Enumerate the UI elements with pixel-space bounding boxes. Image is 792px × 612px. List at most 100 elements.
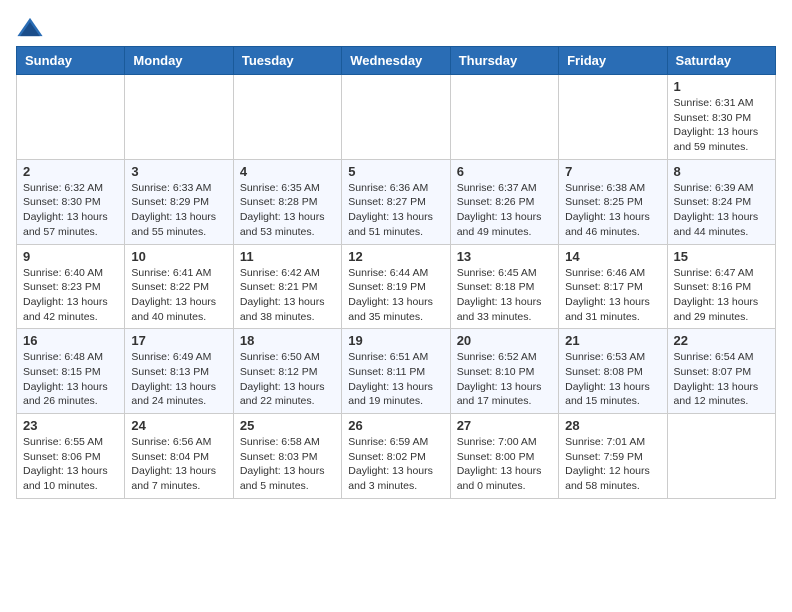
day-info: Sunrise: 6:49 AM Sunset: 8:13 PM Dayligh…	[131, 350, 226, 409]
day-info: Sunrise: 6:32 AM Sunset: 8:30 PM Dayligh…	[23, 181, 118, 240]
weekday-header: Saturday	[667, 47, 775, 75]
header	[16, 16, 776, 38]
day-info: Sunrise: 6:45 AM Sunset: 8:18 PM Dayligh…	[457, 266, 552, 325]
day-info: Sunrise: 6:56 AM Sunset: 8:04 PM Dayligh…	[131, 435, 226, 494]
day-info: Sunrise: 6:33 AM Sunset: 8:29 PM Dayligh…	[131, 181, 226, 240]
day-number: 25	[240, 418, 335, 433]
day-number: 7	[565, 164, 660, 179]
day-info: Sunrise: 6:46 AM Sunset: 8:17 PM Dayligh…	[565, 266, 660, 325]
calendar-day-cell	[450, 75, 558, 160]
calendar-day-cell: 25 Sunrise: 6:58 AM Sunset: 8:03 PM Dayli…	[233, 414, 341, 499]
day-number: 14	[565, 249, 660, 264]
day-number: 22	[674, 333, 769, 348]
calendar-day-cell	[342, 75, 450, 160]
day-number: 26	[348, 418, 443, 433]
day-info: Sunrise: 6:37 AM Sunset: 8:26 PM Dayligh…	[457, 181, 552, 240]
day-info: Sunrise: 6:50 AM Sunset: 8:12 PM Dayligh…	[240, 350, 335, 409]
logo	[16, 16, 48, 38]
weekday-header: Friday	[559, 47, 667, 75]
calendar-week-row: 9 Sunrise: 6:40 AM Sunset: 8:23 PM Daylig…	[17, 244, 776, 329]
weekday-header: Wednesday	[342, 47, 450, 75]
weekday-header: Thursday	[450, 47, 558, 75]
calendar-day-cell: 18 Sunrise: 6:50 AM Sunset: 8:12 PM Dayli…	[233, 329, 341, 414]
calendar-day-cell: 20 Sunrise: 6:52 AM Sunset: 8:10 PM Dayli…	[450, 329, 558, 414]
calendar-day-cell: 9 Sunrise: 6:40 AM Sunset: 8:23 PM Daylig…	[17, 244, 125, 329]
day-number: 19	[348, 333, 443, 348]
weekday-header: Monday	[125, 47, 233, 75]
calendar-day-cell	[125, 75, 233, 160]
day-number: 12	[348, 249, 443, 264]
calendar-week-row: 1 Sunrise: 6:31 AM Sunset: 8:30 PM Daylig…	[17, 75, 776, 160]
calendar-day-cell: 17 Sunrise: 6:49 AM Sunset: 8:13 PM Dayli…	[125, 329, 233, 414]
calendar-day-cell: 16 Sunrise: 6:48 AM Sunset: 8:15 PM Dayli…	[17, 329, 125, 414]
calendar-day-cell: 15 Sunrise: 6:47 AM Sunset: 8:16 PM Dayli…	[667, 244, 775, 329]
day-info: Sunrise: 6:59 AM Sunset: 8:02 PM Dayligh…	[348, 435, 443, 494]
calendar-day-cell: 8 Sunrise: 6:39 AM Sunset: 8:24 PM Daylig…	[667, 159, 775, 244]
calendar-day-cell: 5 Sunrise: 6:36 AM Sunset: 8:27 PM Daylig…	[342, 159, 450, 244]
calendar-day-cell: 2 Sunrise: 6:32 AM Sunset: 8:30 PM Daylig…	[17, 159, 125, 244]
day-info: Sunrise: 6:55 AM Sunset: 8:06 PM Dayligh…	[23, 435, 118, 494]
day-number: 13	[457, 249, 552, 264]
calendar-day-cell	[667, 414, 775, 499]
calendar-day-cell: 27Sunrise: 7:00 AM Sunset: 8:00 PM Dayli…	[450, 414, 558, 499]
calendar: SundayMondayTuesdayWednesdayThursdayFrid…	[16, 46, 776, 499]
calendar-day-cell: 19 Sunrise: 6:51 AM Sunset: 8:11 PM Dayli…	[342, 329, 450, 414]
day-info: Sunrise: 6:38 AM Sunset: 8:25 PM Dayligh…	[565, 181, 660, 240]
calendar-day-cell	[559, 75, 667, 160]
day-number: 3	[131, 164, 226, 179]
day-number: 24	[131, 418, 226, 433]
day-number: 5	[348, 164, 443, 179]
day-info: Sunrise: 6:35 AM Sunset: 8:28 PM Dayligh…	[240, 181, 335, 240]
day-info: Sunrise: 6:58 AM Sunset: 8:03 PM Dayligh…	[240, 435, 335, 494]
calendar-week-row: 23 Sunrise: 6:55 AM Sunset: 8:06 PM Dayli…	[17, 414, 776, 499]
day-number: 18	[240, 333, 335, 348]
day-info: Sunrise: 6:36 AM Sunset: 8:27 PM Dayligh…	[348, 181, 443, 240]
day-info: Sunrise: 6:40 AM Sunset: 8:23 PM Dayligh…	[23, 266, 118, 325]
day-info: Sunrise: 7:01 AM Sunset: 7:59 PM Dayligh…	[565, 435, 660, 494]
day-info: Sunrise: 6:41 AM Sunset: 8:22 PM Dayligh…	[131, 266, 226, 325]
day-number: 27	[457, 418, 552, 433]
day-number: 23	[23, 418, 118, 433]
day-info: Sunrise: 6:44 AM Sunset: 8:19 PM Dayligh…	[348, 266, 443, 325]
logo-icon	[16, 16, 44, 38]
day-number: 6	[457, 164, 552, 179]
calendar-week-row: 16 Sunrise: 6:48 AM Sunset: 8:15 PM Dayli…	[17, 329, 776, 414]
day-info: Sunrise: 6:39 AM Sunset: 8:24 PM Dayligh…	[674, 181, 769, 240]
calendar-day-cell: 14 Sunrise: 6:46 AM Sunset: 8:17 PM Dayli…	[559, 244, 667, 329]
calendar-day-cell: 11Sunrise: 6:42 AM Sunset: 8:21 PM Dayli…	[233, 244, 341, 329]
day-number: 4	[240, 164, 335, 179]
day-info: Sunrise: 6:31 AM Sunset: 8:30 PM Dayligh…	[674, 96, 769, 155]
day-number: 2	[23, 164, 118, 179]
day-info: Sunrise: 6:42 AM Sunset: 8:21 PM Dayligh…	[240, 266, 335, 325]
calendar-day-cell: 10 Sunrise: 6:41 AM Sunset: 8:22 PM Dayli…	[125, 244, 233, 329]
calendar-day-cell: 1 Sunrise: 6:31 AM Sunset: 8:30 PM Daylig…	[667, 75, 775, 160]
calendar-day-cell: 4 Sunrise: 6:35 AM Sunset: 8:28 PM Daylig…	[233, 159, 341, 244]
calendar-day-cell: 26 Sunrise: 6:59 AM Sunset: 8:02 PM Dayli…	[342, 414, 450, 499]
calendar-day-cell	[17, 75, 125, 160]
day-info: Sunrise: 6:47 AM Sunset: 8:16 PM Dayligh…	[674, 266, 769, 325]
calendar-header-row: SundayMondayTuesdayWednesdayThursdayFrid…	[17, 47, 776, 75]
calendar-day-cell: 13 Sunrise: 6:45 AM Sunset: 8:18 PM Dayli…	[450, 244, 558, 329]
calendar-day-cell: 21Sunrise: 6:53 AM Sunset: 8:08 PM Dayli…	[559, 329, 667, 414]
calendar-day-cell: 24 Sunrise: 6:56 AM Sunset: 8:04 PM Dayli…	[125, 414, 233, 499]
day-number: 15	[674, 249, 769, 264]
weekday-header: Sunday	[17, 47, 125, 75]
calendar-day-cell: 22Sunrise: 6:54 AM Sunset: 8:07 PM Dayli…	[667, 329, 775, 414]
day-number: 1	[674, 79, 769, 94]
day-info: Sunrise: 6:48 AM Sunset: 8:15 PM Dayligh…	[23, 350, 118, 409]
calendar-day-cell: 6 Sunrise: 6:37 AM Sunset: 8:26 PM Daylig…	[450, 159, 558, 244]
day-number: 8	[674, 164, 769, 179]
day-number: 21	[565, 333, 660, 348]
day-info: Sunrise: 6:51 AM Sunset: 8:11 PM Dayligh…	[348, 350, 443, 409]
day-number: 9	[23, 249, 118, 264]
day-number: 16	[23, 333, 118, 348]
day-info: Sunrise: 6:52 AM Sunset: 8:10 PM Dayligh…	[457, 350, 552, 409]
day-number: 20	[457, 333, 552, 348]
day-number: 10	[131, 249, 226, 264]
calendar-day-cell: 28 Sunrise: 7:01 AM Sunset: 7:59 PM Dayli…	[559, 414, 667, 499]
day-number: 17	[131, 333, 226, 348]
calendar-day-cell: 7 Sunrise: 6:38 AM Sunset: 8:25 PM Daylig…	[559, 159, 667, 244]
calendar-day-cell: 23 Sunrise: 6:55 AM Sunset: 8:06 PM Dayli…	[17, 414, 125, 499]
weekday-header: Tuesday	[233, 47, 341, 75]
day-number: 28	[565, 418, 660, 433]
